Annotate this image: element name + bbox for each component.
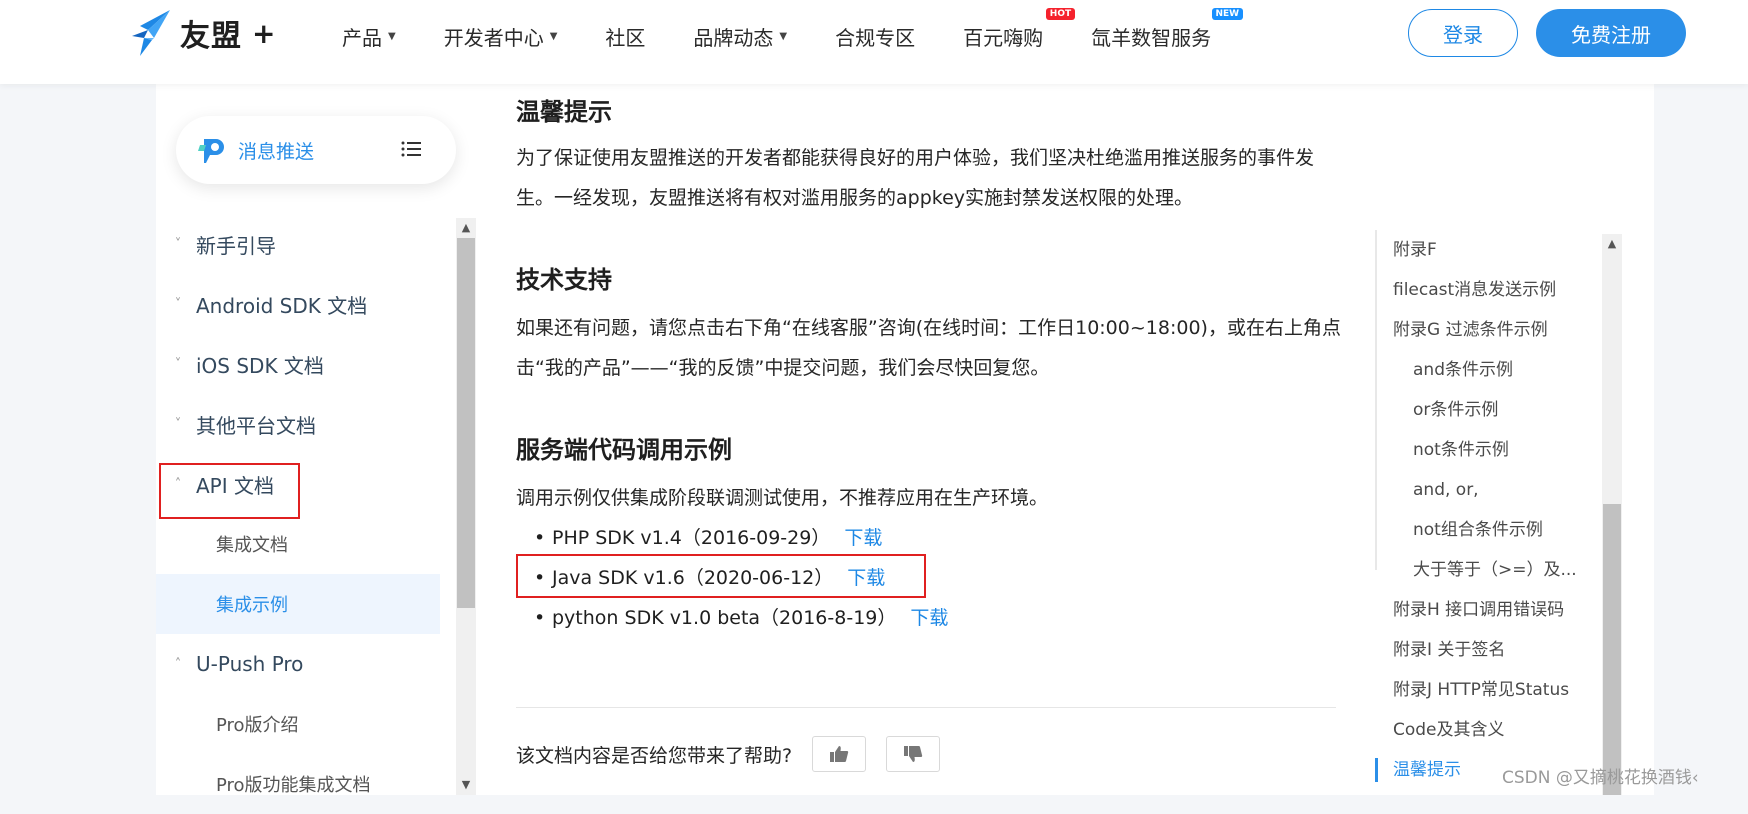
toc-item[interactable]: not条件示例 xyxy=(1375,430,1605,470)
nav-data-service[interactable]: 氙羊数智服务 NEW xyxy=(1091,7,1244,51)
product-label: 消息推送 xyxy=(238,140,315,163)
download-link[interactable]: 下载 xyxy=(844,527,882,549)
scroll-thumb[interactable] xyxy=(1603,504,1621,795)
nav-hundred-yuan[interactable]: 百元嗨购 HOT xyxy=(963,7,1076,51)
chevron-down-icon: ˅ xyxy=(174,416,182,432)
tree-item-label: U-Push Pro xyxy=(196,652,304,676)
nav-brand-news-label: 品牌动态 xyxy=(693,25,774,50)
sdk-name: PHP SDK v1.4（2016-09-29） xyxy=(552,527,831,549)
logo-text: 友盟 xyxy=(180,19,242,54)
product-switcher[interactable]: 消息推送 xyxy=(176,116,456,184)
tree-item-label: 新手引导 xyxy=(196,233,276,258)
register-button[interactable]: 免费注册 xyxy=(1536,9,1686,57)
list-item: python SDK v1.0 beta（2016-8-19） 下载 xyxy=(534,598,948,638)
tree-item-pro-intro[interactable]: Pro版介绍 xyxy=(156,694,440,754)
tree-item-label: 其他平台文档 xyxy=(196,413,316,438)
thumbs-up-icon xyxy=(830,746,849,762)
bird-logo-icon xyxy=(132,10,170,56)
toc-item[interactable]: 附录I 关于签名 xyxy=(1375,630,1605,670)
logo-plus: + xyxy=(252,16,276,50)
tree-item-integration-docs[interactable]: 集成文档 xyxy=(156,514,440,574)
thumbs-down-icon xyxy=(904,746,923,762)
caret-down-icon: ▼ xyxy=(388,30,396,42)
tree-item-pro-integration[interactable]: Pro版功能集成文档 xyxy=(156,754,440,814)
toc-item[interactable]: and, or, xyxy=(1375,470,1605,510)
support-title: 技术支持 xyxy=(516,266,612,294)
scroll-up-icon[interactable]: ▲ xyxy=(1602,234,1622,254)
tree-item-upush-pro[interactable]: ˄ U-Push Pro xyxy=(156,634,440,694)
caret-down-icon: ▼ xyxy=(779,30,788,42)
nav-developer-center-label: 开发者中心 xyxy=(443,25,544,50)
tree-item-other-platforms[interactable]: ˅ 其他平台文档 xyxy=(156,394,440,454)
watermark: CSDN @又摘桃花换酒钱‹ xyxy=(1502,768,1699,788)
list-menu-icon[interactable] xyxy=(400,138,422,160)
chevron-down-icon: ˅ xyxy=(174,236,182,252)
tree-item-ios-sdk[interactable]: ˅ iOS SDK 文档 xyxy=(156,334,440,394)
toc-item[interactable]: and条件示例 xyxy=(1375,350,1605,390)
caret-down-icon: ▼ xyxy=(549,30,558,42)
scroll-up-icon[interactable]: ▲ xyxy=(456,218,476,238)
toc-item[interactable]: not组合条件示例 xyxy=(1375,510,1605,550)
umeng-logo[interactable]: 友盟 + xyxy=(126,8,275,58)
notice-title: 温馨提示 xyxy=(516,98,612,126)
hot-badge: HOT xyxy=(1045,7,1076,20)
chevron-down-icon: ˅ xyxy=(174,356,182,372)
login-button[interactable]: 登录 xyxy=(1408,9,1518,57)
feedback-row: 该文档内容是否给您带来了帮助? xyxy=(516,736,941,772)
toc-item[interactable]: 附录J HTTP常见Status xyxy=(1375,670,1605,710)
toc-item[interactable]: 附录G 过滤条件示例 xyxy=(1375,310,1605,350)
server-title: 服务端代码调用示例 xyxy=(516,436,732,464)
nav-data-service-label: 氙羊数智服务 xyxy=(1091,25,1212,50)
highlight-box-java xyxy=(516,554,926,598)
tree-item-label: iOS SDK 文档 xyxy=(196,353,324,378)
download-link[interactable]: 下载 xyxy=(910,607,948,629)
nav-compliance[interactable]: 合规专区 xyxy=(835,22,915,51)
list-item: PHP SDK v1.4（2016-09-29） 下载 xyxy=(534,518,948,558)
nav-developer-center[interactable]: 开发者中心 ▼ xyxy=(444,22,558,51)
nav-hundred-yuan-label: 百元嗨购 xyxy=(963,25,1044,50)
tree-item-getting-started[interactable]: ˅ 新手引导 xyxy=(156,214,440,274)
sdk-name: python SDK v1.0 beta（2016-8-19） xyxy=(552,607,897,629)
toc-item[interactable]: filecast消息发送示例 xyxy=(1375,270,1605,310)
scroll-thumb[interactable] xyxy=(457,238,475,608)
nav-community[interactable]: 社区 xyxy=(605,22,645,51)
top-header: 友盟 + 产品 ▼ 开发者中心 ▼ 社区 品牌动态 ▼ 合规专区 百元嗨购 HOT 氙羊… xyxy=(0,0,1748,84)
tree-item-android-sdk[interactable]: ˅ Android SDK 文档 xyxy=(156,274,440,334)
main-nav: 产品 ▼ 开发者中心 ▼ 社区 品牌动态 ▼ 合规专区 百元嗨购 HOT 氙羊数智服务 N… xyxy=(342,0,1259,72)
chevron-down-icon: ˅ xyxy=(174,296,182,312)
push-logo-icon xyxy=(198,139,224,163)
left-sidebar: 消息推送 ˅ 新手引导 ˅ Android SDK 文档 ˅ iOS SDK 文档 ˅… xyxy=(156,84,476,796)
nav-community-label: 社区 xyxy=(605,25,646,50)
support-text: 如果还有问题，请您点击右下角“在线客服”咨询(在线时间：工作日10:00~18:… xyxy=(516,317,1341,379)
toc-item[interactable]: 大于等于（>=）及... xyxy=(1375,550,1605,590)
thumbs-down-button[interactable] xyxy=(886,736,941,772)
table-of-contents: 附录F filecast消息发送示例 附录G 过滤条件示例 and条件示例 or… xyxy=(1375,230,1605,790)
toc-scrollbar[interactable]: ▲ xyxy=(1602,234,1622,795)
new-badge: NEW xyxy=(1211,7,1244,20)
toc-item[interactable]: 附录F xyxy=(1375,230,1605,270)
nav-products-label: 产品 xyxy=(342,25,382,50)
tree-item-label: Android SDK 文档 xyxy=(196,293,368,318)
notice-text: 为了保证使用友盟推送的开发者都能获得良好的用户体验，我们坚决杜绝滥用推送服务的事… xyxy=(516,147,1315,209)
feedback-question: 该文档内容是否给您带来了帮助? xyxy=(516,744,793,767)
tree-item-integration-examples[interactable]: 集成示例 xyxy=(156,574,440,634)
sidebar-scrollbar[interactable]: ▲ ▼ xyxy=(456,218,476,795)
divider xyxy=(516,707,1336,708)
nav-products[interactable]: 产品 ▼ xyxy=(342,22,396,51)
highlight-box-api xyxy=(159,463,300,519)
nav-compliance-label: 合规专区 xyxy=(835,25,916,50)
server-text: 调用示例仅供集成阶段联调测试使用，不推荐应用在生产环境。 xyxy=(516,487,1049,509)
scroll-down-icon[interactable]: ▼ xyxy=(456,775,476,795)
toc-item[interactable]: Code及其含义 xyxy=(1375,710,1605,750)
chevron-up-icon: ˄ xyxy=(174,656,182,672)
toc-item[interactable]: 附录H 接口调用错误码 xyxy=(1375,590,1605,630)
toc-item[interactable]: or条件示例 xyxy=(1375,390,1605,430)
thumbs-up-button[interactable] xyxy=(812,736,867,772)
nav-brand-news[interactable]: 品牌动态 ▼ xyxy=(693,22,787,51)
